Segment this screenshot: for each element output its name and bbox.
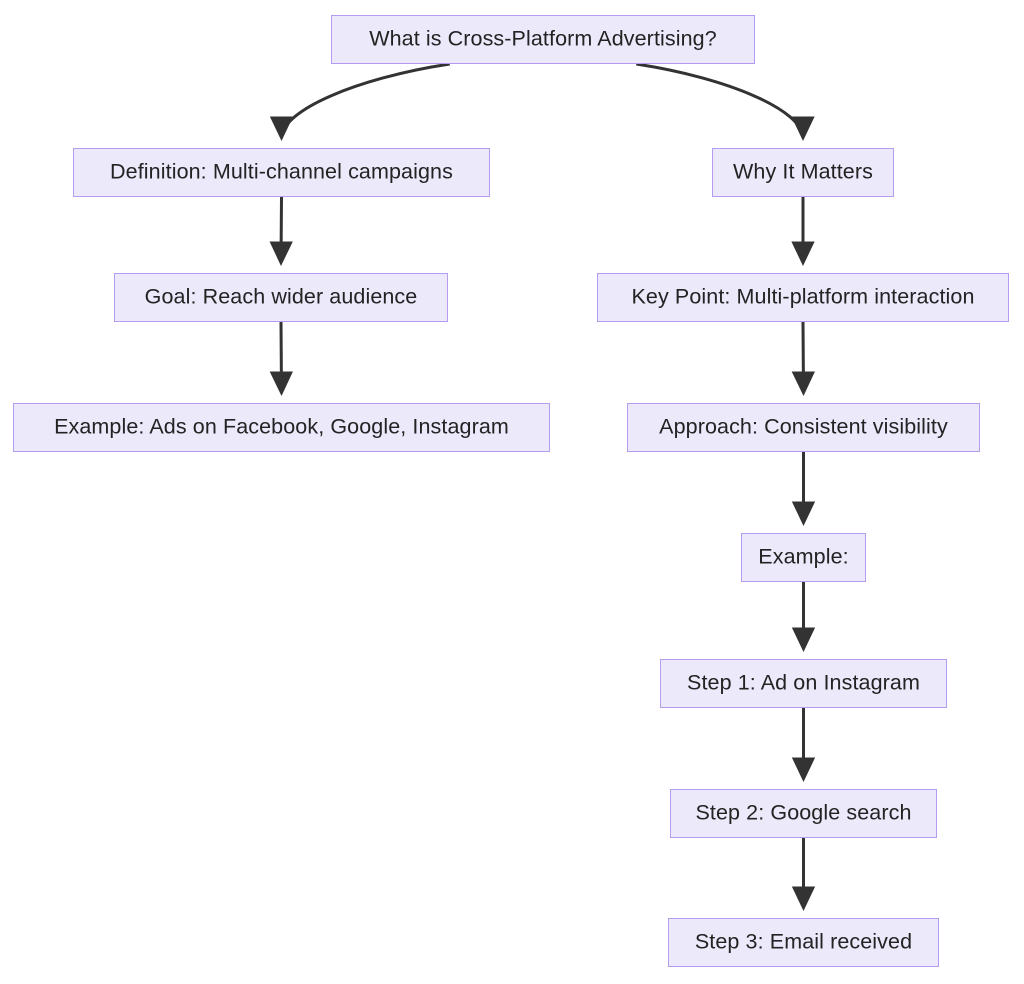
flowchart-node-step1[interactable]: Step 1: Ad on Instagram	[660, 659, 947, 708]
flowchart-node-definition[interactable]: Definition: Multi-channel campaigns	[73, 148, 490, 197]
flowchart-edge-root-definition	[269, 62, 450, 141]
flowchart-node-example_right[interactable]: Example:	[741, 533, 866, 582]
flowchart-node-label: Approach: Consistent visibility	[659, 414, 948, 439]
flowchart-node-why[interactable]: Why It Matters	[712, 148, 894, 197]
flowchart-edge-definition-goal	[269, 196, 293, 266]
flowchart-node-label: Example: Ads on Facebook, Google, Instag…	[54, 414, 509, 439]
flowchart-node-step3[interactable]: Step 3: Email received	[668, 918, 939, 967]
flowchart-node-root[interactable]: What is Cross-Platform Advertising?	[331, 15, 755, 64]
flowchart-edge-root-why	[636, 62, 815, 141]
flowchart-node-label: Step 2: Google search	[695, 800, 912, 825]
flowchart-node-example_left[interactable]: Example: Ads on Facebook, Google, Instag…	[13, 403, 550, 452]
flowchart-node-label: Example:	[758, 544, 849, 569]
flowchart-node-approach[interactable]: Approach: Consistent visibility	[627, 403, 980, 452]
flowchart-node-label: Step 3: Email received	[694, 929, 913, 954]
flowchart-node-label: Why It Matters	[733, 159, 873, 184]
flowchart-node-goal[interactable]: Goal: Reach wider audience	[114, 273, 448, 322]
flowchart-node-label: Goal: Reach wider audience	[144, 284, 418, 309]
flowchart-canvas: What is Cross-Platform Advertising? Defin…	[0, 0, 1024, 984]
flowchart-node-label: Definition: Multi-channel campaigns	[110, 159, 453, 184]
flowchart-node-label: What is Cross-Platform Advertising?	[369, 26, 717, 51]
flowchart-node-label: Step 1: Ad on Instagram	[687, 670, 920, 695]
flowchart-node-keypoint[interactable]: Key Point: Multi-platform interaction	[597, 273, 1009, 322]
flowchart-edge-keypoint-approach	[791, 321, 816, 396]
flowchart-edge-goal-example_left	[269, 321, 294, 396]
flowchart-node-step2[interactable]: Step 2: Google search	[670, 789, 937, 838]
flowchart-node-label: Key Point: Multi-platform interaction	[631, 284, 975, 309]
